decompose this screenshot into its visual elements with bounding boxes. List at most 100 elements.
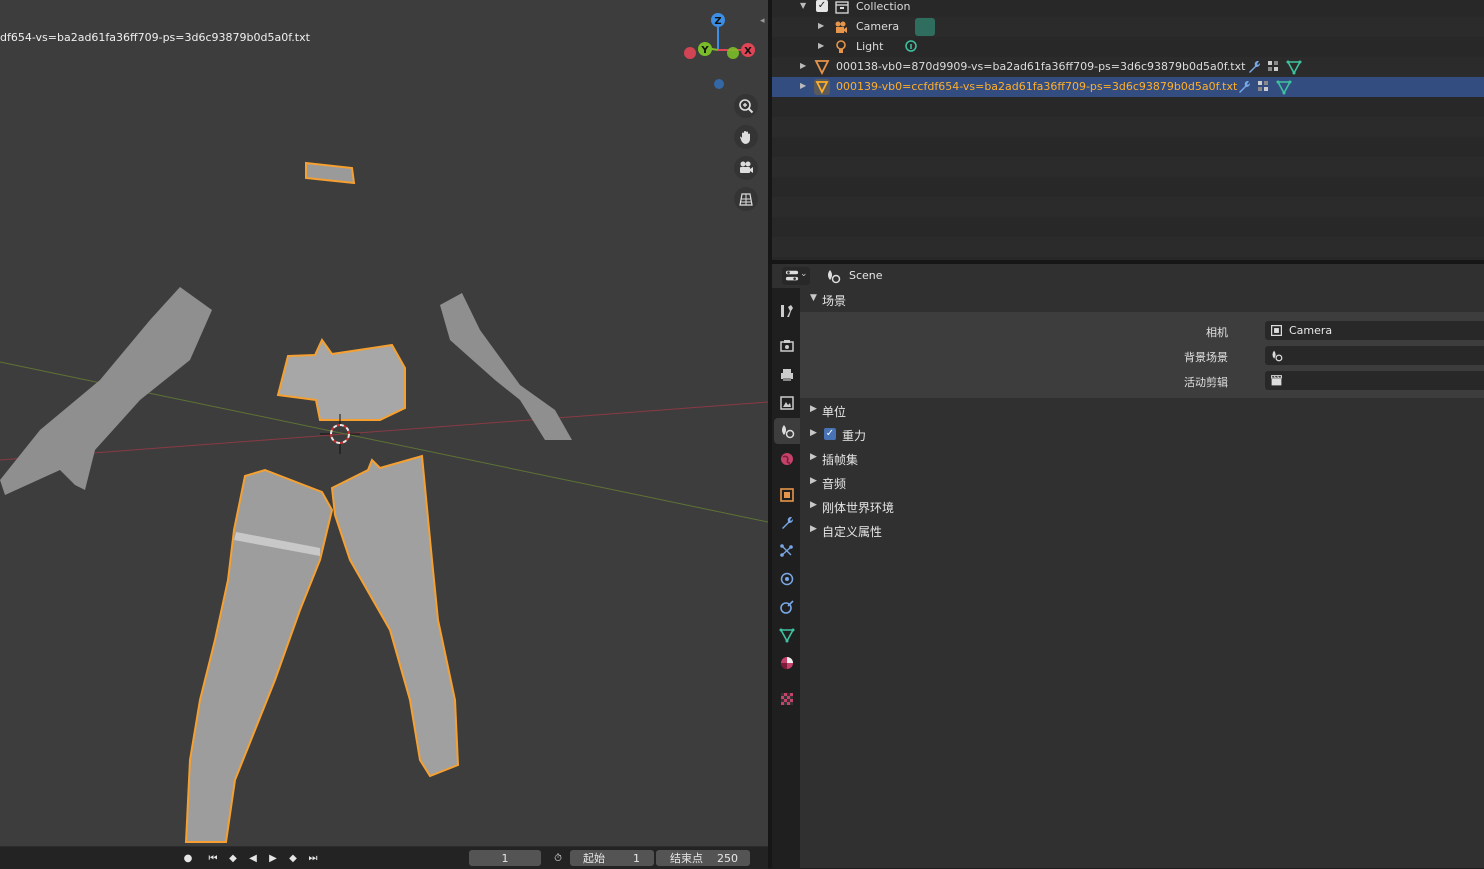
tab-tool[interactable] — [774, 298, 800, 324]
tab-constraints[interactable] — [774, 594, 800, 620]
expand-arrow-icon[interactable]: ▶ — [818, 41, 824, 50]
outliner-label-collection: Collection — [856, 0, 911, 13]
background-scene-row: 背景场景 — [800, 346, 1484, 366]
editor-type-dropdown[interactable]: ⌄ — [782, 267, 810, 285]
vertex-groups-icon[interactable] — [1266, 59, 1282, 75]
panel-audio-title: 音频 — [822, 477, 847, 491]
checkbox-icon[interactable]: ✓ — [816, 0, 828, 12]
tab-object[interactable] — [774, 482, 800, 508]
mesh-headband[interactable] — [305, 161, 356, 185]
light-object-icon — [836, 40, 846, 53]
outliner-row-mesh-000138[interactable]: ▶ 000138-vb0=870d9909-vs=ba2ad61fa36ff70… — [772, 57, 1484, 77]
image-layer-icon — [780, 396, 794, 410]
tab-material[interactable] — [774, 650, 800, 676]
outliner-empty-row — [772, 237, 1484, 257]
camera-property-label: 相机 — [1206, 326, 1228, 339]
panel-units-title: 单位 — [822, 405, 847, 419]
expand-arrow-icon[interactable]: ▶ — [800, 81, 806, 90]
mesh-top[interactable] — [276, 338, 406, 421]
sidebar-toggle-icon[interactable]: ◂ — [760, 16, 768, 30]
panel-scene-header[interactable]: ▼ 场景 — [800, 289, 1484, 311]
grid-ortho-icon[interactable] — [734, 187, 758, 211]
tab-modifiers[interactable] — [774, 510, 800, 536]
viewport-scene[interactable]: Z X Y — [0, 0, 768, 846]
tab-world[interactable] — [774, 446, 800, 472]
tab-output[interactable] — [774, 362, 800, 388]
panel-keying-sets-title: 插帧集 — [822, 453, 859, 467]
outliner-empty-row — [772, 117, 1484, 137]
wrench-modifier-icon[interactable] — [1236, 79, 1252, 95]
play-icon[interactable]: ▶ — [265, 851, 281, 865]
gizmo-neg-x-axis[interactable] — [684, 47, 696, 59]
3d-viewport[interactable]: Z X Y df654-vs=ba2ad61fa36ff709-ps=3d6c9… — [0, 0, 768, 846]
hand-pan-icon[interactable] — [734, 125, 758, 149]
tab-texture[interactable] — [774, 686, 800, 712]
tab-object-data[interactable] — [774, 622, 800, 648]
mesh-left-arm[interactable] — [0, 287, 212, 495]
object-icon — [780, 488, 794, 502]
camera-field[interactable]: Camera — [1265, 321, 1484, 340]
tool-icon — [781, 305, 793, 317]
mesh-data-icon[interactable] — [1286, 59, 1302, 75]
panel-rigid-body-title: 刚体世界环境 — [822, 501, 895, 515]
tab-scene[interactable] — [774, 418, 800, 444]
end-frame-field[interactable]: 结束点 250 — [656, 850, 750, 866]
expand-arrow-icon: ▶ — [810, 404, 817, 414]
tab-particles[interactable] — [774, 538, 800, 564]
gizmo-neg-y-axis[interactable] — [727, 47, 739, 59]
background-scene-field[interactable] — [1265, 346, 1484, 365]
end-frame-value: 250 — [717, 851, 738, 865]
outliner-row-camera[interactable]: ▶ Camera — [772, 17, 1484, 37]
expand-arrow-icon[interactable]: ▶ — [800, 61, 806, 70]
printer-icon — [781, 369, 793, 381]
panel-keying-sets-header[interactable]: ▶ 插帧集 — [800, 448, 1484, 470]
properties-tabs — [772, 288, 800, 868]
material-icon — [781, 657, 793, 669]
expand-arrow-icon[interactable]: ▼ — [800, 1, 806, 10]
outliner-row-mesh-000139[interactable]: ▶ 000139-vb0=ccfdf654-vs=ba2ad61fa36ff70… — [772, 77, 1484, 97]
outliner-empty-row — [772, 157, 1484, 177]
mesh-right-arm[interactable] — [440, 293, 572, 440]
tab-physics[interactable] — [774, 566, 800, 592]
panel-rigid-body-header[interactable]: ▶ 刚体世界环境 — [800, 496, 1484, 518]
jump-start-icon[interactable]: ⏮ — [205, 851, 221, 865]
gizmo-neg-z-axis[interactable] — [714, 79, 724, 89]
record-icon[interactable]: ● — [180, 851, 196, 865]
mesh-right-leg[interactable] — [330, 454, 460, 778]
panel-units-header[interactable]: ▶ 单位 — [800, 400, 1484, 422]
vertex-groups-icon[interactable] — [1256, 79, 1272, 95]
jump-end-icon[interactable]: ⏭ — [305, 851, 321, 865]
panel-gravity-header[interactable]: ▶ ✓ 重力 — [800, 424, 1484, 446]
collapse-arrow-icon: ▼ — [810, 293, 817, 303]
prev-keyframe-icon[interactable]: ◆ — [225, 851, 241, 865]
active-clip-field[interactable] — [1265, 371, 1484, 390]
current-frame-field[interactable]: 1 — [469, 850, 541, 866]
outliner-row-light[interactable]: ▶ Light — [772, 37, 1484, 57]
expand-arrow-icon: ▶ — [810, 428, 817, 438]
camera-view-icon[interactable] — [734, 156, 758, 180]
navigation-gizmo[interactable]: Z X Y — [684, 13, 755, 89]
play-reverse-icon[interactable]: ◀ — [245, 851, 261, 865]
gravity-checkbox[interactable]: ✓ — [824, 428, 836, 440]
tab-view-layer[interactable] — [774, 390, 800, 416]
panel-audio-header[interactable]: ▶ 音频 — [800, 472, 1484, 494]
zoom-icon[interactable] — [734, 94, 758, 118]
mesh-left-leg[interactable] — [184, 468, 334, 843]
camera-data-icon[interactable] — [915, 18, 935, 36]
wrench-modifier-icon[interactable] — [1246, 59, 1262, 75]
next-keyframe-icon[interactable]: ◆ — [285, 851, 301, 865]
expand-arrow-icon[interactable]: ▶ — [818, 21, 824, 30]
stopwatch-icon[interactable]: ⏱ — [550, 851, 566, 865]
panel-custom-props-header[interactable]: ▶ 自定义属性 — [800, 520, 1484, 542]
mesh-data-icon[interactable] — [1276, 79, 1292, 95]
light-data-icon[interactable] — [903, 39, 919, 55]
outliner-empty-row — [772, 197, 1484, 217]
tab-render[interactable] — [774, 333, 800, 359]
scene-icon — [782, 425, 795, 439]
gizmo-y-label: Y — [700, 45, 709, 56]
outliner-row-collection[interactable]: ▼ ✓ Collection — [772, 0, 1484, 17]
outliner-label-mesh-000138: 000138-vb0=870d9909-vs=ba2ad61fa36ff709-… — [836, 60, 1246, 73]
expand-arrow-icon: ▶ — [810, 524, 817, 534]
start-frame-field[interactable]: 起始 1 — [570, 850, 654, 866]
active-clip-label: 活动剪辑 — [1184, 376, 1228, 389]
